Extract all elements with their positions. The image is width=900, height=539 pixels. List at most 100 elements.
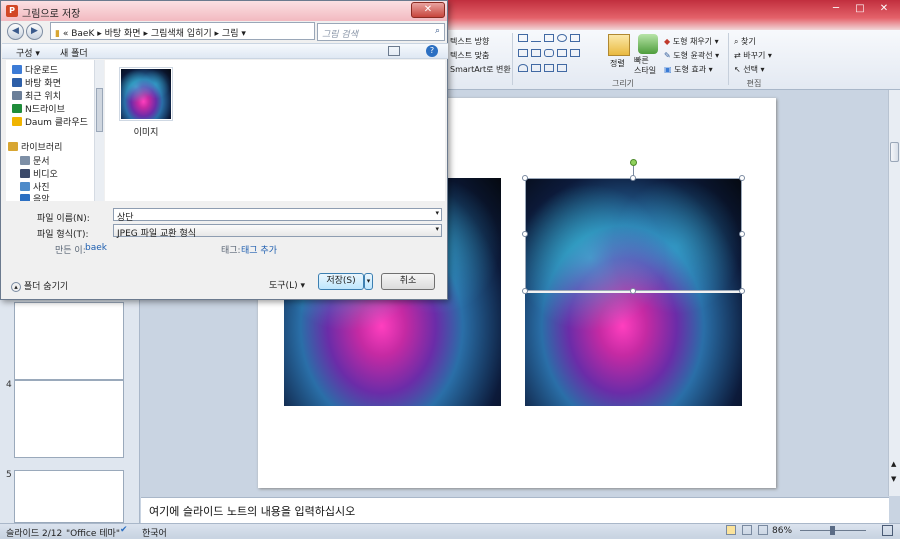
resize-handle[interactable]: [522, 175, 528, 181]
freeform-shape-icon[interactable]: [531, 64, 541, 72]
resize-handle[interactable]: [739, 175, 745, 181]
theme-name[interactable]: "Office 테마": [66, 526, 120, 539]
connector-shape-icon[interactable]: [531, 49, 541, 57]
rotate-handle[interactable]: [630, 159, 637, 166]
chevron-down-icon[interactable]: ▾: [435, 225, 439, 233]
back-arrow-icon: ◀: [12, 26, 19, 36]
editor-vertical-scrollbar[interactable]: ▲ ▼: [888, 90, 900, 496]
resize-handle[interactable]: [522, 288, 528, 294]
breadcrumb-segment[interactable]: 그림: [222, 29, 239, 39]
organize-button[interactable]: 구성 ▾: [16, 46, 40, 59]
resize-handle[interactable]: [739, 288, 745, 294]
chevron-down-icon[interactable]: ▾: [435, 209, 439, 217]
arrange-button[interactable]: 정렬: [610, 58, 625, 69]
slide-thumbnail[interactable]: [14, 380, 124, 458]
powerpoint-icon: P: [6, 5, 18, 17]
zoom-level[interactable]: 86%: [772, 526, 792, 536]
prev-slide-icon[interactable]: ▲: [891, 460, 896, 468]
curve-shape-icon[interactable]: [518, 64, 528, 72]
breadcrumb-segment[interactable]: 바탕 화면: [105, 29, 141, 39]
slide-sorter-icon[interactable]: [742, 525, 752, 535]
triangle-shape-icon[interactable]: [518, 49, 528, 57]
back-button[interactable]: ◀: [7, 23, 24, 40]
filename-input[interactable]: 상단 ▾: [113, 208, 442, 223]
reading-view-icon[interactable]: [758, 525, 768, 535]
shape-outline-button[interactable]: ✎ 도형 윤곽선 ▾: [664, 50, 719, 61]
shape-effects-button[interactable]: ▣ 도형 효과 ▾: [664, 64, 713, 75]
recent-places-icon: [12, 91, 22, 100]
close-icon[interactable]: ✕: [872, 1, 896, 18]
callout-shape-icon[interactable]: [544, 64, 554, 72]
oval-shape-icon[interactable]: [557, 34, 567, 42]
align-text-button[interactable]: 텍스트 맞춤: [450, 50, 489, 61]
file-name[interactable]: 이미지: [115, 125, 177, 138]
nav-item-downloads[interactable]: 다운로드: [12, 63, 58, 76]
spellcheck-icon[interactable]: ✔: [120, 525, 128, 535]
brace-shape-icon[interactable]: [557, 49, 567, 57]
next-slide-icon[interactable]: ▼: [891, 475, 896, 483]
normal-view-icon[interactable]: [726, 525, 736, 535]
crop-selection[interactable]: [525, 178, 742, 291]
nav-item-recent[interactable]: 최근 위치: [12, 89, 61, 102]
shape-fill-button[interactable]: ◆ 도형 채우기 ▾: [664, 36, 719, 47]
hide-folders-button[interactable]: ▴ 폴더 숨기기: [11, 279, 68, 292]
help-icon[interactable]: ?: [426, 45, 438, 57]
maximize-icon[interactable]: □: [848, 1, 872, 18]
address-bar[interactable]: ▮ « BaeK ▸ 바탕 화면 ▸ 그림색채 입히기 ▸ 그림 ▾: [50, 22, 315, 40]
save-button[interactable]: 저장(S): [318, 273, 364, 290]
breadcrumb-segment[interactable]: 그림색채 입히기: [151, 29, 212, 39]
fit-slide-icon[interactable]: [882, 525, 893, 536]
cancel-button[interactable]: 취소: [381, 273, 435, 290]
resize-handle[interactable]: [739, 231, 745, 237]
resize-handle[interactable]: [522, 231, 528, 237]
replace-button[interactable]: ⇄ 바꾸기 ▾: [734, 50, 772, 61]
arrange-icon[interactable]: [608, 34, 630, 56]
more-shapes-icon[interactable]: [557, 64, 567, 72]
save-dropdown-button[interactable]: ▾: [364, 273, 373, 290]
rounded-rect-shape-icon[interactable]: [544, 49, 554, 57]
slide-thumbnail[interactable]: [14, 470, 124, 523]
forward-button[interactable]: ▶: [26, 23, 43, 40]
nav-item-videos[interactable]: 비디오: [20, 167, 58, 180]
line-shape-icon[interactable]: [531, 34, 541, 42]
nav-item-desktop[interactable]: 바탕 화면: [12, 76, 61, 89]
smartart-convert-button[interactable]: SmartArt로 변환: [450, 64, 511, 75]
nav-item-daum-cloud[interactable]: Daum 클라우드: [12, 115, 88, 128]
dialog-close-button[interactable]: ✕: [411, 2, 445, 18]
scroll-thumb[interactable]: [96, 88, 103, 132]
nav-item-ndrive[interactable]: N드라이브: [12, 102, 65, 115]
quick-styles-button[interactable]: 빠른 스타일: [634, 56, 656, 76]
search-input[interactable]: 그림 검색 ⌕: [317, 23, 445, 41]
text-box-shape-icon[interactable]: [518, 34, 528, 42]
rectangle-shape-icon[interactable]: [544, 34, 554, 42]
resize-handle[interactable]: [630, 288, 636, 294]
minimize-icon[interactable]: ─: [824, 1, 848, 18]
zoom-slider-thumb[interactable]: [830, 526, 835, 535]
view-options-icon[interactable]: [388, 46, 400, 56]
nav-scrollbar[interactable]: [94, 60, 104, 201]
author-value[interactable]: baek: [85, 243, 107, 253]
shapes-gallery[interactable]: [518, 34, 602, 74]
slide-thumbnail[interactable]: [14, 302, 124, 380]
filename-label: 파일 이름(N):: [37, 214, 90, 224]
tags-value[interactable]: 태그 추가: [241, 243, 277, 256]
language-indicator[interactable]: 한국어: [142, 526, 167, 539]
arrow-shape-icon[interactable]: [570, 34, 580, 42]
select-button[interactable]: ↖ 선택 ▾: [734, 64, 765, 75]
new-folder-button[interactable]: 새 폴더: [60, 46, 88, 59]
notes-pane[interactable]: 여기에 슬라이드 노트의 내용을 입력하십시오: [141, 497, 889, 523]
scroll-thumb[interactable]: [890, 142, 899, 162]
tools-button[interactable]: 도구(L) ▾: [269, 278, 305, 291]
file-thumbnail[interactable]: [119, 67, 173, 121]
filetype-label: 파일 형식(T):: [37, 230, 89, 240]
nav-item-music[interactable]: 음악: [20, 192, 50, 201]
quick-styles-icon[interactable]: [638, 34, 658, 54]
nav-item-documents[interactable]: 문서: [20, 154, 50, 167]
find-button[interactable]: ⌕ 찾기: [734, 36, 756, 47]
nav-item-libraries[interactable]: 라이브러리: [8, 140, 62, 153]
address-overflow[interactable]: «: [63, 29, 69, 39]
star-shape-icon[interactable]: [570, 49, 580, 57]
text-direction-button[interactable]: 텍스트 방향: [450, 36, 489, 47]
filetype-select[interactable]: JPEG 파일 교환 형식 ▾: [113, 224, 442, 239]
breadcrumb-segment[interactable]: BaeK: [71, 29, 94, 39]
